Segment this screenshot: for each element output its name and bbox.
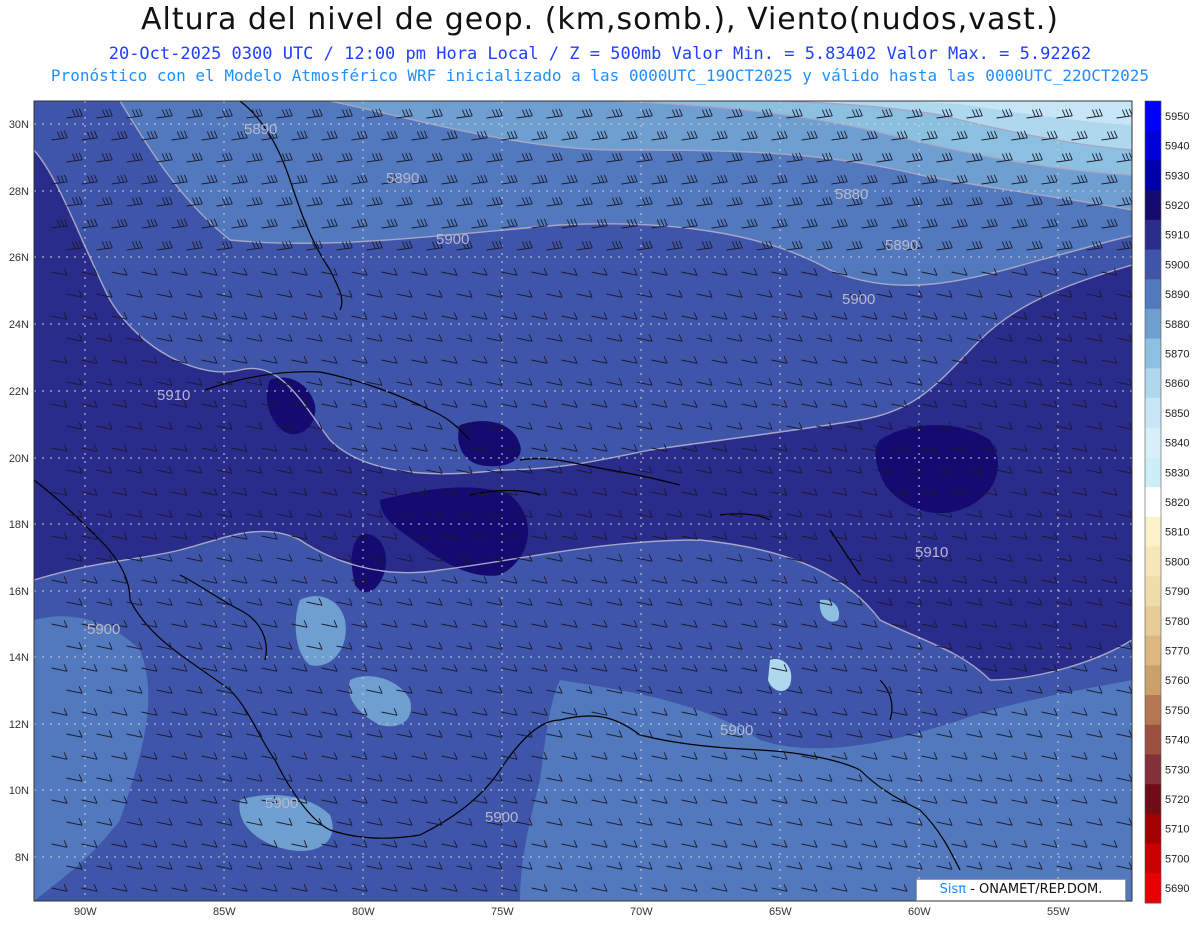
colorbar-swatch [1145, 219, 1161, 251]
colorbar-label: 5850 [1165, 408, 1189, 420]
lat-label: 26N [9, 252, 29, 264]
colorbar-label: 5760 [1165, 675, 1189, 687]
contour-label: 5900 [720, 722, 753, 739]
lat-label: 24N [9, 319, 29, 331]
colorbar-swatch [1145, 249, 1161, 280]
colorbar-label: 5890 [1165, 289, 1189, 301]
colorbar-swatch [1145, 813, 1161, 845]
colorbar-label: 5780 [1165, 616, 1189, 628]
colorbar-swatch [1145, 873, 1161, 904]
colorbar-label: 5700 [1165, 853, 1189, 865]
lon-axis: 90W 85W 80W 75W 70W 65W 60W 55W [74, 906, 1070, 918]
colorbar-swatch [1145, 843, 1161, 874]
colorbar-label: 5740 [1165, 735, 1189, 747]
lon-label: 75W [491, 906, 514, 918]
lat-label: 14N [9, 652, 29, 664]
colorbar-label: 5770 [1165, 646, 1189, 658]
colorbar-label: 5880 [1165, 319, 1189, 331]
colorbar-swatch [1145, 130, 1161, 161]
colorbar-label: 5840 [1165, 438, 1189, 450]
lat-label: 20N [9, 453, 29, 465]
lon-label: 65W [769, 906, 792, 918]
colorbar-swatch [1145, 190, 1161, 221]
lat-label: 16N [9, 586, 29, 598]
colorbar-swatch [1145, 427, 1161, 458]
lon-label: 70W [630, 906, 653, 918]
contour-label: 5890 [386, 170, 419, 187]
colorbar-label: 5910 [1165, 230, 1189, 242]
colorbar-swatch [1145, 516, 1161, 548]
contour-label: 5900 [436, 231, 469, 248]
colorbar-swatch [1145, 546, 1161, 577]
colorbar-label: 5710 [1165, 824, 1189, 836]
colorbar-swatch [1145, 605, 1161, 637]
colorbar-swatch [1145, 457, 1161, 488]
lon-label: 90W [74, 906, 97, 918]
colorbar-label: 5820 [1165, 497, 1189, 509]
colorbar: 5950 5940 5930 5920 5910 5900 5890 5880 5870 5860… [1144, 100, 1189, 904]
contour-label: 5900 [265, 795, 298, 812]
contour-label: 5900 [87, 621, 120, 638]
colorbar-swatch [1145, 695, 1161, 726]
colorbar-swatch [1145, 338, 1161, 369]
colorbar-label: 5830 [1165, 467, 1189, 479]
lat-label: 8N [15, 852, 29, 864]
colorbar-label: 5930 [1165, 170, 1189, 182]
colorbar-swatch [1145, 101, 1161, 132]
lat-label: 30N [9, 119, 29, 131]
colorbar-label: 5950 [1165, 111, 1189, 123]
geopotential-field [34, 101, 1132, 901]
colorbar-swatch [1145, 368, 1161, 399]
contour-label: 5900 [842, 291, 875, 308]
lon-label: 80W [352, 906, 375, 918]
colorbar-label: 5800 [1165, 556, 1189, 568]
forecast-map: 5890 5890 5900 5880 5890 5900 5910 5910 … [9, 100, 1189, 918]
lat-label: 18N [9, 519, 29, 531]
colorbar-label: 5690 [1165, 883, 1189, 895]
lat-label: 10N [9, 785, 29, 797]
colorbar-swatch [1145, 308, 1161, 340]
contour-label: 5900 [485, 809, 518, 826]
colorbar-label: 5790 [1165, 586, 1189, 598]
colorbar-label: 5810 [1165, 527, 1189, 539]
lat-label: 28N [9, 186, 29, 198]
colorbar-swatch [1145, 576, 1161, 607]
contour-label: 5890 [885, 237, 918, 254]
colorbar-label: 5870 [1165, 348, 1189, 360]
lat-label: 12N [9, 719, 29, 731]
colorbar-swatch [1145, 784, 1161, 815]
lat-label: 22N [9, 386, 29, 398]
colorbar-swatch [1145, 160, 1161, 191]
lon-label: 55W [1047, 906, 1070, 918]
lon-label: 60W [908, 906, 931, 918]
colorbar-swatch [1145, 724, 1161, 755]
colorbar-label: 5750 [1165, 705, 1189, 717]
contour-label: 5910 [915, 544, 948, 561]
colorbar-label: 5860 [1165, 378, 1189, 390]
colorbar-swatch [1145, 754, 1161, 785]
colorbar-swatch [1145, 487, 1161, 518]
colorbar-swatch [1145, 635, 1161, 666]
contour-label: 5880 [835, 186, 868, 203]
credit-box: Sisπ - ONAMET/REP.DOM. [916, 879, 1126, 901]
colorbar-label: 5900 [1165, 259, 1189, 271]
contour-label: 5910 [157, 387, 190, 404]
contour-label: 5890 [244, 121, 277, 138]
colorbar-label: 5940 [1165, 141, 1189, 153]
org-text: - ONAMET/REP.DOM. [966, 882, 1103, 897]
colorbar-label: 5920 [1165, 200, 1189, 212]
colorbar-swatch [1145, 398, 1161, 429]
colorbar-label: 5720 [1165, 794, 1189, 806]
colorbar-swatch [1145, 665, 1161, 696]
sis-logo-text: Sisπ [939, 882, 967, 897]
colorbar-swatch [1145, 279, 1161, 310]
lon-label: 85W [213, 906, 236, 918]
lat-axis: 30N 28N 26N 24N 22N 20N 18N 16N 14N 12N … [9, 119, 29, 864]
colorbar-label: 5730 [1165, 764, 1189, 776]
